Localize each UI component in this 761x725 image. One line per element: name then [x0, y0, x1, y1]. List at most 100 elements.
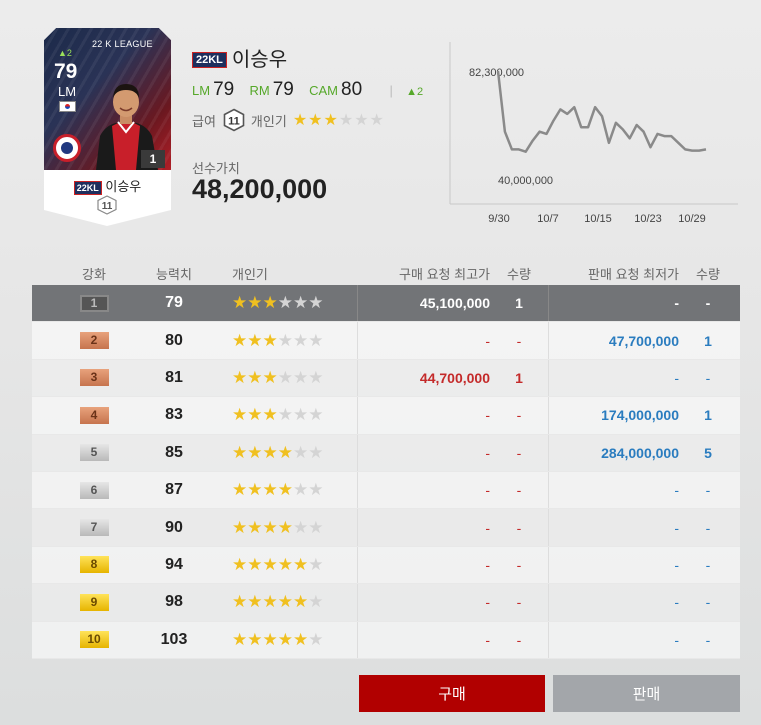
skill-stars: ★★★★★★ — [232, 554, 324, 574]
header-buy-price: 구매 요청 최고가 — [399, 266, 490, 282]
chart-x-tick: 10/15 — [584, 213, 612, 225]
sell-qty: 1 — [704, 332, 712, 349]
card-player-name: 이승우 — [105, 179, 142, 194]
sell-price: - — [548, 509, 679, 546]
chart-x-ticks: 9/30 10/7 10/15 10/23 10/29 — [488, 213, 705, 225]
table-row[interactable]: 1 79 ★★★★★★ 45,100,000 1 - - — [32, 285, 740, 323]
card-ovr: 79 — [54, 60, 78, 83]
buy-price: - — [357, 621, 490, 658]
ability-value: 81 — [165, 368, 183, 386]
buy-button[interactable]: 구매 — [359, 675, 545, 712]
ability-value: 94 — [165, 555, 183, 573]
enhancement-price-table: 강화 능력치 개인기 구매 요청 최고가 수량 판매 요청 최저가 수량 1 79… — [32, 261, 740, 659]
ability-value: 85 — [165, 443, 183, 461]
table-row[interactable]: 5 85 ★★★★★★ - - 284,000,000 5 — [32, 434, 740, 472]
position-rating: 80 — [341, 79, 363, 100]
buy-price: 45,100,000 — [357, 285, 490, 322]
pay-value: 11 — [228, 116, 240, 128]
level-badge: 9 — [79, 593, 109, 611]
chart-x-tick: 9/30 — [488, 213, 509, 225]
korea-flag-icon — [59, 101, 76, 112]
ability-value: 79 — [165, 294, 183, 312]
chart-x-tick: 10/7 — [537, 213, 558, 225]
header-ability: 능력치 — [156, 266, 192, 282]
player-name: 이승우 — [231, 49, 288, 71]
buy-price: - — [357, 322, 490, 359]
buy-qty: 1 — [515, 369, 523, 386]
table-row[interactable]: 8 94 ★★★★★★ - - - - — [32, 546, 740, 585]
table-row[interactable]: 9 98 ★★★★★★ - - - - — [32, 584, 740, 622]
pay-label: 급여 — [192, 113, 216, 129]
buy-price-text: 44,700,000 — [419, 369, 490, 386]
buy-qty: - — [516, 556, 522, 573]
level-badge: 7 — [79, 519, 109, 537]
level-badge: 6 — [79, 481, 109, 499]
skill-stars: ★★★★★★ — [232, 330, 324, 350]
sell-qty: 1 — [704, 407, 712, 424]
sell-price: 47,700,000 — [548, 322, 679, 359]
card-league-label: 22 K LEAGUE — [92, 39, 153, 49]
sell-price: 174,000,000 — [548, 397, 679, 434]
position-label: CAM — [309, 83, 339, 98]
buy-price: - — [357, 397, 490, 434]
chart-max-label: 82,300,000 — [469, 67, 524, 79]
card-level: 1 — [141, 150, 165, 168]
sell-qty: - — [705, 295, 711, 312]
sell-qty: - — [705, 631, 711, 648]
buy-price: 44,700,000 — [357, 359, 490, 397]
skill-stars: ★★★★★★ — [232, 405, 324, 425]
chart-x-tick: 10/29 — [678, 213, 706, 225]
header-sell-price: 판매 요청 최저가 — [588, 266, 679, 282]
season-tag: 22KL — [73, 180, 102, 195]
sell-price-text: 174,000,000 — [601, 407, 679, 424]
buy-price: - — [357, 546, 490, 584]
sell-qty: - — [705, 369, 711, 386]
boost-indicator: ▲2 — [406, 86, 424, 98]
sell-price: - — [548, 471, 679, 509]
table-header: 강화 능력치 개인기 구매 요청 최고가 수량 판매 요청 최저가 수량 — [32, 261, 740, 285]
sell-qty: - — [705, 594, 711, 611]
table-row[interactable]: 2 80 ★★★★★★ - - 47,700,000 1 — [32, 322, 740, 360]
skill-label: 개인기 — [250, 113, 287, 129]
skill-stars: ★★★★★★ — [232, 629, 324, 649]
buy-qty: - — [516, 482, 522, 499]
player-value: 48,200,000 — [192, 174, 328, 204]
header-skill: 개인기 — [232, 266, 268, 282]
header-sell-qty: 수량 — [696, 266, 720, 282]
sell-price: - — [548, 285, 679, 322]
card-position: LM — [58, 84, 77, 99]
buy-price: - — [357, 434, 490, 471]
player-card[interactable]: 22 K LEAGUE ▲2 79 LM 1 22KL 이승우 11 — [44, 28, 171, 226]
card-ovr-boost: ▲2 — [58, 48, 72, 58]
level-badge: 2 — [79, 332, 109, 350]
pay-hexagon-icon: 11 — [97, 195, 117, 215]
sell-price-text: 47,700,000 — [608, 332, 679, 349]
ability-value: 80 — [165, 331, 183, 349]
level-badge: 3 — [79, 369, 109, 387]
buy-qty: - — [516, 631, 522, 648]
header-level: 강화 — [82, 266, 106, 282]
ability-value: 103 — [160, 630, 188, 648]
ability-value: 90 — [165, 518, 183, 536]
buy-qty: - — [516, 519, 522, 536]
skill-stars: ★★★★★★ — [232, 592, 324, 612]
table-row[interactable]: 3 81 ★★★★★★ 44,700,000 1 - - — [32, 359, 740, 398]
table-row[interactable]: 7 90 ★★★★★★ - - - - — [32, 509, 740, 547]
level-badge: 8 — [79, 556, 109, 574]
sell-qty: - — [705, 556, 711, 573]
skill-stars: ★★★★★★ — [232, 517, 324, 537]
ability-value: 98 — [165, 593, 183, 611]
sell-button[interactable]: 판매 — [553, 675, 740, 712]
price-line — [496, 70, 707, 153]
header-buy-qty: 수량 — [507, 266, 531, 282]
sell-qty: 5 — [704, 444, 712, 461]
buy-qty: - — [516, 594, 522, 611]
sell-price: - — [548, 584, 679, 621]
level-badge: 4 — [79, 406, 109, 424]
table-row[interactable]: 6 87 ★★★★★★ - - - - — [32, 471, 740, 510]
table-row[interactable]: 10 103 ★★★★★★ - - - - — [32, 621, 740, 659]
buy-price: - — [357, 584, 490, 621]
table-row[interactable]: 4 83 ★★★★★★ - - 174,000,000 1 — [32, 397, 740, 435]
pay-skill-row: 급여 11 개인기 ★★★★★★ — [192, 108, 385, 132]
divider: | — [389, 83, 393, 98]
